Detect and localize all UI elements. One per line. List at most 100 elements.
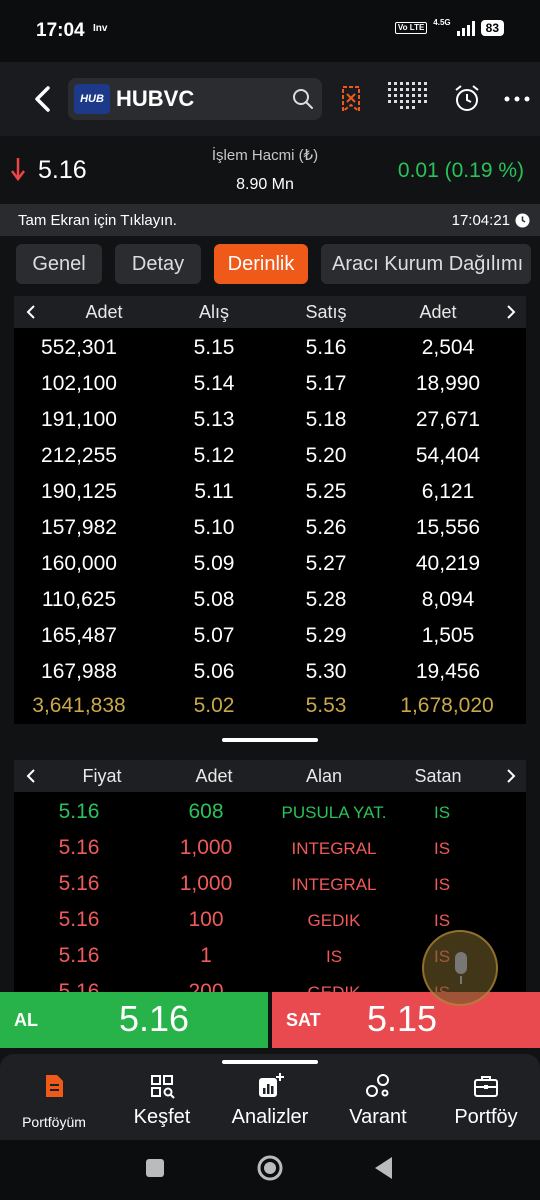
- back-arrow-icon[interactable]: [28, 84, 58, 114]
- ask-quantity: 40,219: [415, 552, 481, 575]
- last-price: 5.16: [38, 156, 87, 184]
- bid-quantity: 552,301: [41, 336, 117, 359]
- depth-row[interactable]: 167,988 5.06 5.30 19,456: [14, 654, 526, 690]
- nav-item-portfoy[interactable]: Portföy: [432, 1072, 540, 1134]
- trade-row[interactable]: 5.16 608 PUSULA YAT. IS: [14, 794, 526, 830]
- ask-price: 5.26: [305, 516, 347, 539]
- symbol-name: HUBVC: [116, 86, 195, 111]
- recent-apps-icon[interactable]: [144, 1157, 166, 1179]
- tab-araci-kurum[interactable]: Aracı Kurum Dağılımı: [321, 244, 531, 284]
- back-triangle-icon[interactable]: [372, 1155, 396, 1181]
- bid-price: 5.10: [193, 516, 235, 539]
- nav-item-analizler[interactable]: Analizler: [216, 1072, 324, 1134]
- trades-header: Fiyat Adet Alan Satan: [14, 760, 526, 792]
- ask-quantity: 15,556: [415, 516, 481, 539]
- chevron-left-icon[interactable]: [24, 304, 40, 320]
- status-time: 17:04: [36, 20, 85, 41]
- company-logo: HUB: [74, 84, 110, 114]
- nav-item-varant[interactable]: Varant: [324, 1072, 432, 1134]
- nav-label: Analizler: [231, 1106, 309, 1128]
- depth-row[interactable]: 165,487 5.07 5.29 1,505: [14, 618, 526, 654]
- tab-detay[interactable]: Detay: [115, 244, 201, 284]
- trade-row[interactable]: 5.16 1,000 INTEGRAL IS: [14, 866, 526, 902]
- depth-row[interactable]: 190,125 5.11 5.25 6,121: [14, 474, 526, 510]
- trade-price: 5.16: [58, 872, 100, 895]
- trade-buyer: PUSULA YAT.: [281, 803, 387, 822]
- tab-bar: Genel Detay Derinlik Aracı Kurum Dağılım…: [0, 244, 540, 288]
- nav-item-kesfet[interactable]: Keşfet: [108, 1072, 216, 1134]
- depth-row[interactable]: 102,100 5.14 5.17 18,990: [14, 366, 526, 402]
- order-depth-table: Adet Alış Satış Adet 552,301 5.15 5.16 2,50…: [14, 296, 526, 724]
- chevron-right-icon[interactable]: [502, 304, 518, 320]
- bid-quantity: 167,988: [41, 660, 117, 683]
- buy-button[interactable]: AL 5.16: [0, 992, 268, 1048]
- bid-price: 5.15: [193, 336, 235, 359]
- bid-quantity: 102,100: [41, 372, 117, 395]
- bid-quantity: 157,982: [41, 516, 117, 539]
- bid-quantity: 160,000: [41, 552, 117, 575]
- depth-row[interactable]: 110,625 5.08 5.28 8,094: [14, 582, 526, 618]
- depth-grid-icon[interactable]: [386, 80, 432, 114]
- sell-button[interactable]: SAT 5.15: [272, 992, 540, 1048]
- bid-quantity: 110,625: [41, 588, 117, 611]
- fullscreen-text: Tam Ekran için Tıklayın.: [18, 212, 177, 229]
- bid-price: 5.08: [193, 588, 235, 611]
- bid-price: 5.11: [194, 480, 234, 503]
- depth-row[interactable]: 212,255 5.12 5.20 54,404: [14, 438, 526, 474]
- price-down-arrow-icon: [11, 158, 25, 182]
- nav-handle: [222, 1060, 318, 1064]
- bubbles-icon: [366, 1074, 389, 1097]
- symbol-search-box[interactable]: HUB HUBVC: [68, 78, 322, 120]
- panel-resize-handle[interactable]: [222, 738, 318, 742]
- more-options-icon[interactable]: [502, 84, 532, 114]
- nav-label: Portföyüm: [22, 1114, 86, 1130]
- price-change: 0.01 (0.19 %): [397, 159, 524, 182]
- status-bar: 17:04 Inv Vo LTE 4.5G 83: [0, 0, 540, 62]
- ask-quantity: 18,990: [415, 372, 481, 395]
- nav-label: Keşfet: [133, 1106, 191, 1128]
- bookmark-remove-icon[interactable]: [336, 84, 366, 114]
- depth-row[interactable]: 157,982 5.10 5.26 15,556: [14, 510, 526, 546]
- chevron-right-icon[interactable]: [502, 768, 518, 784]
- total-bid-quantity: 3,641,838: [32, 694, 126, 717]
- search-icon[interactable]: [292, 88, 314, 110]
- depth-row[interactable]: 552,301 5.15 5.16 2,504: [14, 330, 526, 366]
- bid-price: 5.13: [193, 408, 235, 431]
- ask-quantity: 54,404: [415, 444, 481, 467]
- tab-derinlik[interactable]: Derinlik: [214, 244, 308, 284]
- fullscreen-banner[interactable]: Tam Ekran için Tıklayın. 17:04:21: [0, 204, 540, 236]
- bid-price: 5.14: [193, 372, 235, 395]
- total-bid-price: 5.02: [193, 694, 235, 717]
- clock-icon: [515, 213, 530, 228]
- trade-seller: IS: [433, 839, 451, 858]
- trade-price: 5.16: [58, 980, 100, 992]
- total-ask-price: 5.53: [305, 694, 347, 717]
- depth-row[interactable]: 160,000 5.09 5.27 40,219: [14, 546, 526, 582]
- trade-price: 5.16: [58, 800, 100, 823]
- depth-header: Adet Alış Satış Adet: [14, 296, 526, 328]
- bottom-navigation: Portföyüm Keşfet Analizler Varant Portfö…: [0, 1054, 540, 1140]
- trade-buyer: INTEGRAL: [291, 839, 377, 858]
- nav-item-portfoyum[interactable]: Portföyüm: [0, 1072, 108, 1134]
- grid-search-icon: [151, 1075, 175, 1099]
- ask-price: 5.27: [305, 552, 347, 575]
- voice-assistant-button[interactable]: [422, 930, 498, 1006]
- trades-col-header: Fiyat: [82, 766, 122, 786]
- document-icon: [46, 1075, 63, 1097]
- trade-buyer: GEDIK: [234, 983, 434, 992]
- depth-row[interactable]: 191,100 5.13 5.18 27,671: [14, 402, 526, 438]
- home-icon[interactable]: [256, 1154, 284, 1182]
- volte-badge: Vo LTE: [394, 22, 428, 34]
- ask-quantity: 1,505: [421, 624, 475, 647]
- alarm-clock-icon[interactable]: [452, 84, 482, 114]
- trade-seller: IS: [433, 911, 451, 930]
- chevron-left-icon[interactable]: [24, 768, 40, 784]
- tab-genel[interactable]: Genel: [16, 244, 102, 284]
- trade-row[interactable]: 5.16 1,000 INTEGRAL IS: [14, 830, 526, 866]
- bid-quantity: 212,255: [41, 444, 117, 467]
- trades-col-header: Adet: [195, 766, 233, 786]
- trades-col-header: Alan: [305, 766, 343, 786]
- ask-price: 5.18: [305, 408, 347, 431]
- trade-buyer: GEDIK: [307, 911, 361, 930]
- trades-col-header: Satan: [414, 766, 462, 786]
